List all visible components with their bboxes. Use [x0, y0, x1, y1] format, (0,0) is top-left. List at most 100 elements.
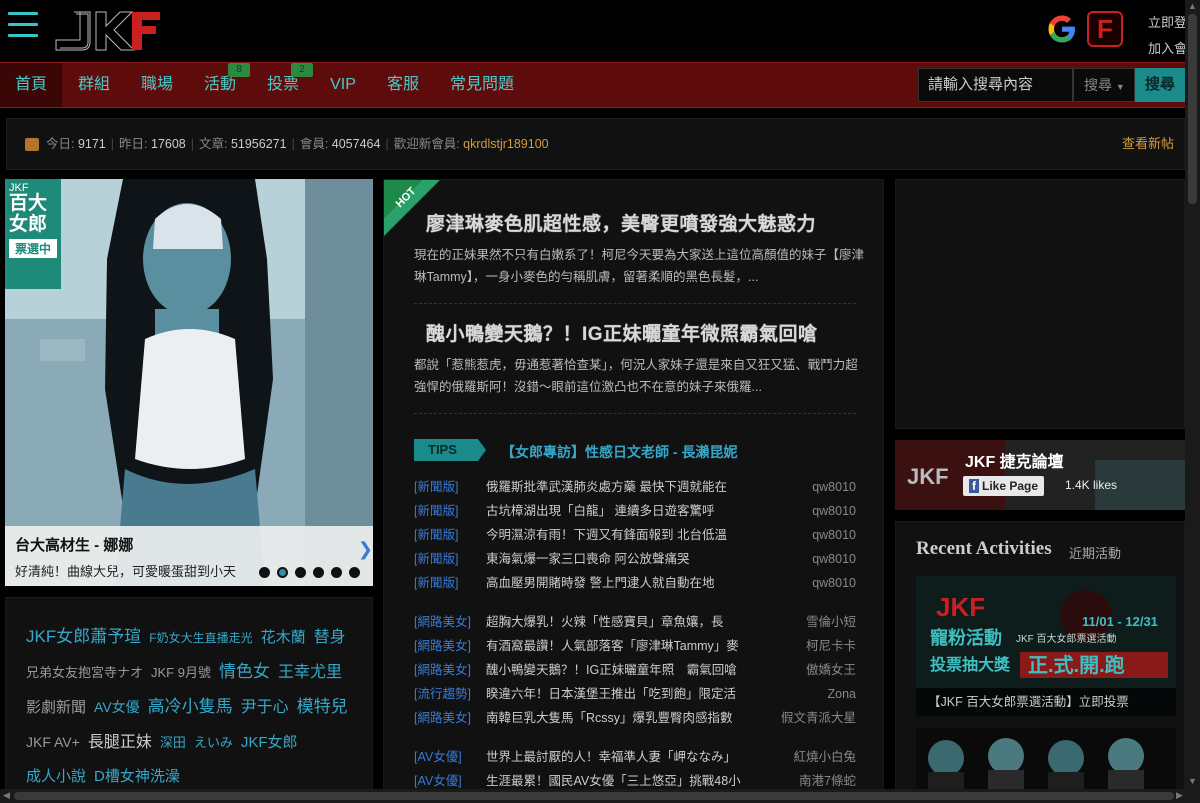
news-author-link[interactable]: 柯尼卡卡: [806, 634, 856, 658]
search-type-select[interactable]: 搜尋 ▼: [1073, 68, 1135, 102]
news-category-link[interactable]: [網路美女]: [414, 706, 471, 730]
facebook-page-name[interactable]: JKF 捷克論壇: [965, 448, 1064, 472]
svg-text:JKF: JKF: [907, 464, 949, 489]
news-author-link[interactable]: qw8010: [812, 547, 856, 571]
tips-title[interactable]: 【女郎專訪】性感日文老師 - 長瀨昆妮: [501, 442, 737, 462]
register-link[interactable]: 加入會: [1148, 36, 1187, 62]
tag-link[interactable]: JKF女郎: [241, 726, 298, 760]
carousel-dot[interactable]: [331, 567, 342, 578]
news-author-link[interactable]: 紅燒小白兔: [793, 745, 856, 769]
tag-link[interactable]: 尹于心: [241, 691, 289, 725]
tag-link[interactable]: JKF女郎蕭予瑄: [26, 620, 141, 654]
google-icon[interactable]: [1045, 11, 1079, 47]
news-title-link[interactable]: 醜小鴨變天鵝？！IG正妹曬童年照 霸氣回嗆: [486, 658, 766, 682]
news-category-link[interactable]: [網路美女]: [414, 634, 471, 658]
tag-link[interactable]: 兄弟女友抱宮寺ナオ: [26, 656, 143, 690]
news-category-link[interactable]: [新聞版]: [414, 499, 458, 523]
news-author-link[interactable]: 雪倫小短: [806, 610, 856, 634]
tag-link[interactable]: 替身: [314, 621, 346, 655]
news-title-link[interactable]: 有酒窩最讚！人氣部落客「廖津琳Tammy」麥: [486, 634, 766, 658]
news-category-link[interactable]: [AV女優]: [414, 745, 462, 769]
activity-title-b: 正.式.開.跑: [1028, 653, 1125, 677]
news-author-link[interactable]: Zona: [828, 682, 857, 706]
news-title-link[interactable]: 今明濕涼有雨！下週又有鋒面報到 北台低溫: [486, 523, 766, 547]
badge-line-2: 百大: [9, 193, 48, 214]
tag-link[interactable]: 影劇新聞: [26, 691, 86, 725]
new-member-link[interactable]: qkrdlstjr189100: [463, 137, 548, 151]
tag-link[interactable]: 深田: [160, 726, 186, 760]
featured-title-1[interactable]: 廖津琳麥色肌超性感，美臀更噴發強大魅惑力: [426, 209, 816, 236]
tag-link[interactable]: 高冷小隻馬: [148, 690, 233, 724]
tag-link[interactable]: 長腿正妹: [88, 726, 152, 760]
carousel-next-icon[interactable]: ❯: [358, 539, 373, 560]
news-category-link[interactable]: [新聞版]: [414, 523, 458, 547]
news-author-link[interactable]: qw8010: [812, 523, 856, 547]
stat-posts-label: 文章:: [198, 137, 231, 151]
news-title-link[interactable]: 東海氣爆一家三口喪命 阿公放聲痛哭: [486, 547, 766, 571]
news-category-link[interactable]: [新聞版]: [414, 547, 458, 571]
news-row: [新聞版] 今明濕涼有雨！下週又有鋒面報到 北台低溫 qw8010: [414, 523, 856, 547]
scroll-right-icon[interactable]: ▶: [1176, 790, 1183, 801]
tag-link[interactable]: F奶女大生直播走光: [149, 621, 252, 655]
nav-item-jobs[interactable]: 職場: [126, 63, 188, 107]
tag-link[interactable]: JKF 9月號: [151, 656, 211, 690]
carousel-dot[interactable]: [259, 567, 270, 578]
scroll-up-icon[interactable]: ▲: [1188, 1, 1197, 11]
featured-title-2[interactable]: 醜小鴨變天鵝？！IG正妹曬童年微照霸氣回嗆: [426, 319, 818, 346]
header-icons: F: [1045, 11, 1123, 47]
vertical-scrollbar[interactable]: ▲ ▼: [1185, 0, 1200, 789]
news-author-link[interactable]: 假文青派大星: [781, 706, 856, 730]
tag-link[interactable]: 模特兒: [297, 690, 348, 724]
news-title-link[interactable]: 俄羅斯批準武漢肺炎處方藥 最快下週就能在: [486, 475, 766, 499]
nav-item-groups[interactable]: 群組: [62, 63, 126, 107]
search-button[interactable]: 搜尋: [1135, 68, 1185, 102]
login-link[interactable]: 立即登: [1148, 10, 1187, 36]
news-category-link[interactable]: [新聞版]: [414, 475, 458, 499]
featured-banner[interactable]: JKF 百大 女郎 票選中 台大高材生 - 娜娜 好清純！曲線大兒，可愛暖蛋甜到…: [5, 179, 373, 586]
carousel-dot[interactable]: [295, 567, 306, 578]
news-author-link[interactable]: qw8010: [812, 499, 856, 523]
horizontal-scrollbar[interactable]: ◀ ▶: [0, 789, 1200, 803]
nav-item-support[interactable]: 客服: [372, 63, 434, 107]
news-title-link[interactable]: 睽違六年！日本漢堡王推出「吃到飽」限定活: [486, 682, 766, 706]
news-category-link[interactable]: [網路美女]: [414, 658, 471, 682]
scrollbar-thumb[interactable]: [1188, 14, 1197, 204]
nav-item-home[interactable]: 首頁: [0, 63, 62, 107]
jkf-logo[interactable]: [54, 8, 162, 54]
facebook-like-button[interactable]: f Like Page: [963, 476, 1045, 496]
news-title-link[interactable]: 古坑樟湖出現「白龍」 連續多日遊客驚呼: [486, 499, 766, 523]
nav-item-faq[interactable]: 常見問題: [434, 63, 530, 107]
search-input[interactable]: 請輸入搜尋內容: [918, 68, 1073, 102]
scrollbar-thumb[interactable]: [14, 792, 1174, 800]
news-category-link[interactable]: [流行趨勢]: [414, 682, 471, 706]
facebook-page-widget[interactable]: JKF JKF 捷克論壇 f Like Page 1.4K likes: [895, 440, 1185, 510]
scroll-left-icon[interactable]: ◀: [3, 790, 10, 801]
news-title-link[interactable]: 超胸大爆乳！火辣「性感寶貝」章魚孃，長: [486, 610, 766, 634]
carousel-dot[interactable]: [349, 567, 360, 578]
jkf-app-icon[interactable]: F: [1087, 11, 1123, 47]
news-title-link[interactable]: 世界上最討厭的人！幸福準人妻「岬ななみ」: [486, 745, 766, 769]
carousel-dot[interactable]: [313, 567, 324, 578]
news-category-link[interactable]: [新聞版]: [414, 571, 458, 595]
tag-link[interactable]: 情色女: [219, 655, 270, 689]
news-author-link[interactable]: 傲嬌女王: [806, 658, 856, 682]
news-category-link[interactable]: [網路美女]: [414, 610, 471, 634]
top100-vote-badge[interactable]: JKF 百大 女郎 票選中: [5, 179, 61, 289]
carousel-dot-active[interactable]: [277, 567, 288, 578]
news-title-link[interactable]: 高血壓男開賭時發 警上門逮人就自動在地: [486, 571, 766, 595]
news-author-link[interactable]: qw8010: [812, 571, 856, 595]
activity-card-vote[interactable]: JKF 11/01 - 12/31 寵粉活動 JKF 百大女郎票選活動 投票抽大…: [916, 576, 1176, 716]
news-title-link[interactable]: 南韓巨乳大隻馬「Rcssy」爆乳豐臀肉感指數: [486, 706, 766, 730]
news-author-link[interactable]: qw8010: [812, 475, 856, 499]
menu-icon[interactable]: [8, 12, 38, 38]
tag-link[interactable]: JKF AV+: [26, 725, 80, 759]
tag-link[interactable]: 王幸尤里: [278, 656, 342, 690]
view-new-posts-link[interactable]: 查看新帖: [1122, 119, 1174, 169]
nav-item-vip[interactable]: VIP: [314, 63, 372, 107]
tag-link[interactable]: えいみ: [194, 726, 233, 760]
tag-link[interactable]: AV女優: [94, 690, 140, 724]
tag-link[interactable]: 花木蘭: [261, 621, 306, 655]
activity-caption: 【JKF 百大女郎票選活動】立即投票: [916, 688, 1176, 716]
scroll-down-icon[interactable]: ▼: [1188, 776, 1197, 786]
banner-title[interactable]: 台大高材生 - 娜娜: [15, 534, 363, 555]
